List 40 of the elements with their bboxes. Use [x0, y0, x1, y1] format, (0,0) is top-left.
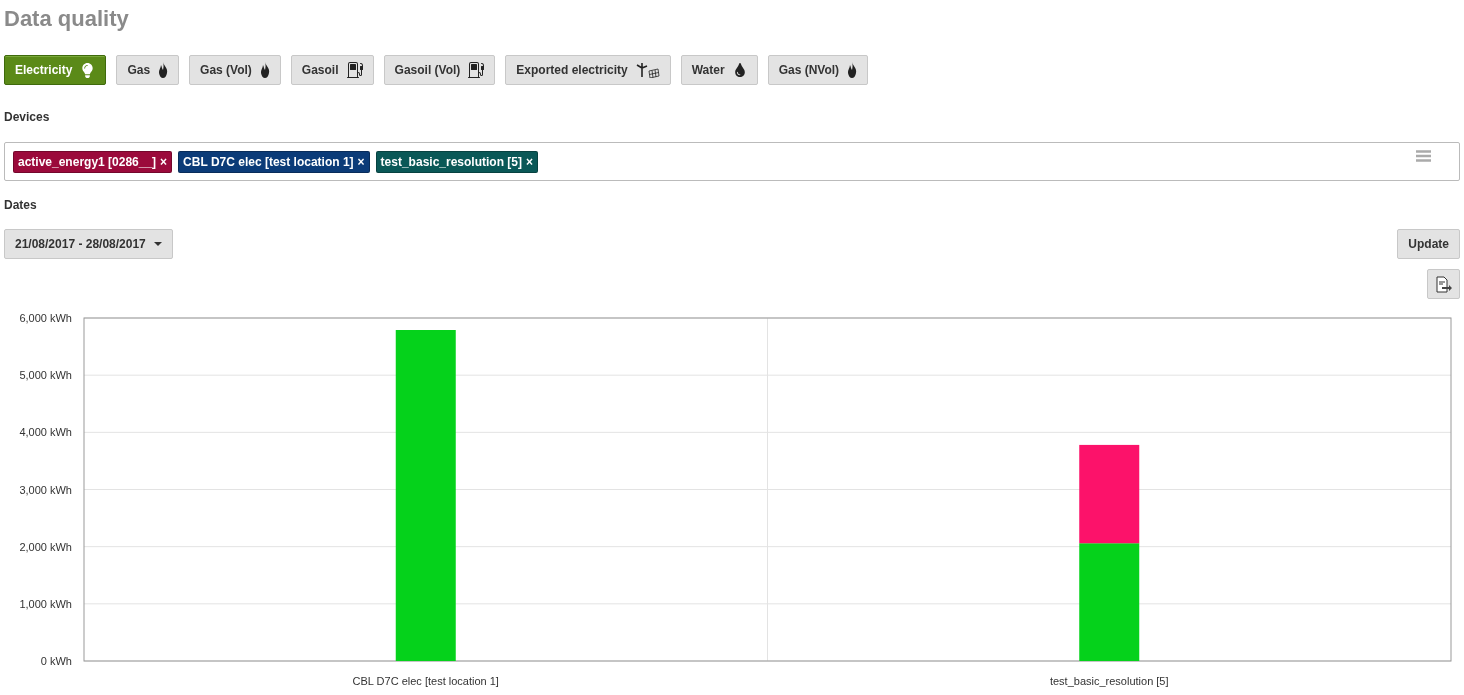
flame-icon: [158, 62, 169, 78]
remove-tag-button[interactable]: ×: [160, 154, 168, 169]
fuel-pump-icon: [346, 62, 363, 78]
y-axis-label: 3,000 kWh: [19, 483, 72, 496]
y-axis-label: 4,000 kWh: [19, 426, 72, 439]
drop-icon: [732, 63, 747, 77]
dates-label: Dates: [4, 198, 38, 212]
energy-type-button[interactable]: Gasoil (Vol): [383, 55, 496, 85]
device-select-field[interactable]: active_energy1 [0286__] × CBL D7C elec [test location 1] × test_basic_resolution [5] ×: [4, 142, 1460, 181]
y-axis-label: 0 kWh: [40, 655, 72, 667]
device-tag-label: active_energy1 [0286__]: [18, 154, 157, 169]
energy-type-button[interactable]: Water: [680, 55, 758, 85]
remove-tag-button[interactable]: ×: [357, 154, 365, 169]
energy-type-button[interactable]: Electricity: [4, 55, 107, 85]
export-button[interactable]: [1427, 269, 1460, 299]
remove-tag-button[interactable]: ×: [526, 154, 533, 169]
x-axis-label: test_basic_resolution [5]: [1049, 675, 1169, 687]
wind-turbine-and-solar-panel-icon: [635, 62, 660, 78]
energy-type-button[interactable]: Gas (NVol): [767, 55, 869, 85]
fuel-pump-icon: [468, 62, 485, 78]
energy-type-button[interactable]: Gasoil: [290, 55, 374, 85]
flame-icon: [847, 62, 858, 78]
document-arrow-icon: [1435, 275, 1452, 293]
y-axis-label: 1,000 kWh: [19, 597, 72, 610]
x-axis-label: CBL D7C elec [test location 1]: [352, 675, 499, 687]
device-tag-label: CBL D7C elec [test location 1]: [183, 154, 354, 169]
y-axis-label: 2,000 kWh: [19, 540, 72, 553]
y-axis-label: 5,000 kWh: [19, 369, 72, 382]
energy-type-button[interactable]: Gas: [116, 55, 180, 85]
energy-type-button[interactable]: Exported electricity: [505, 55, 671, 85]
energy-type-button[interactable]: Gas (Vol): [189, 55, 281, 85]
devices-label: Devices: [4, 110, 51, 124]
device-tag-label: test_basic_resolution [5]: [380, 154, 522, 169]
caret-icon: [153, 242, 162, 246]
date-range-dropdown[interactable]: 21/08/2017 - 28/08/2017: [4, 229, 173, 259]
flame-icon: [259, 62, 270, 78]
lightbulb-icon: [80, 62, 96, 78]
update-button[interactable]: Update: [1397, 229, 1460, 259]
y-axis-label: 6,000 kWh: [19, 312, 72, 324]
page-title: Data quality: [4, 6, 130, 33]
